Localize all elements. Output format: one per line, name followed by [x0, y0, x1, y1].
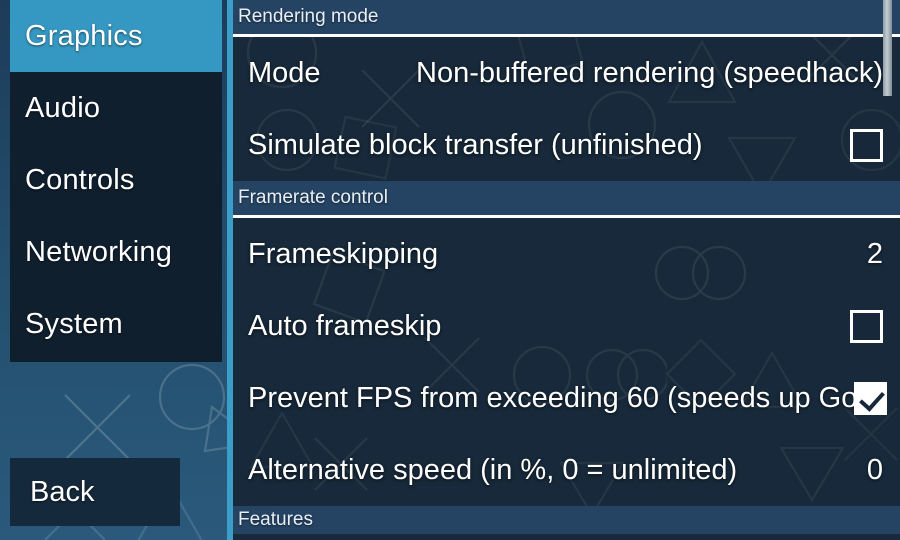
- sidebar-item-networking[interactable]: Networking: [10, 216, 222, 288]
- setting-value: 2: [866, 237, 883, 270]
- section-title: Rendering mode: [238, 6, 379, 27]
- setting-value: 0: [866, 453, 883, 486]
- setting-row-mode[interactable]: Mode Non-buffered rendering (speedhack): [227, 37, 900, 109]
- setting-row-simulate-block-transfer[interactable]: Simulate block transfer (unfinished): [227, 109, 900, 181]
- sidebar-item-label: Graphics: [25, 19, 143, 52]
- sidebar-item-label: Networking: [25, 235, 173, 268]
- sidebar-item-label: Audio: [25, 91, 101, 124]
- sidebar-item-label: System: [25, 307, 123, 340]
- scrollbar-track[interactable]: [883, 0, 896, 540]
- section-header-features: Features: [227, 506, 900, 534]
- section-header-framerate-control: Framerate control: [227, 181, 900, 218]
- setting-row-alternative-speed[interactable]: Alternative speed (in %, 0 = unlimited) …: [227, 434, 900, 506]
- setting-label: Frameskipping: [248, 237, 439, 270]
- sidebar-item-system[interactable]: System: [10, 288, 222, 360]
- settings-sidebar: Graphics Audio Controls Networking Syste…: [10, 0, 222, 362]
- scrollbar-thumb[interactable]: [883, 0, 892, 96]
- back-button-label: Back: [30, 475, 95, 508]
- sidebar-item-controls[interactable]: Controls: [10, 144, 222, 216]
- setting-row-prevent-fps-exceeding-60[interactable]: Prevent FPS from exceeding 60 (speeds up…: [227, 362, 900, 434]
- sidebar-item-graphics[interactable]: Graphics: [10, 0, 222, 72]
- section-header-rendering-mode: Rendering mode: [227, 0, 900, 37]
- checkbox-simulate-block-transfer[interactable]: [850, 128, 883, 162]
- checkbox-auto-frameskip[interactable]: [850, 309, 883, 343]
- setting-label: Mode: [248, 56, 321, 89]
- sidebar-item-label: Controls: [25, 163, 135, 196]
- panel-accent-stripe: [227, 0, 233, 540]
- section-title: Features: [238, 509, 313, 530]
- settings-panel: Rendering mode Mode Non-buffered renderi…: [227, 0, 900, 540]
- back-button[interactable]: Back: [10, 458, 180, 526]
- section-title: Framerate control: [238, 187, 388, 208]
- setting-label: Prevent FPS from exceeding 60 (speeds up…: [248, 381, 873, 414]
- setting-row-auto-frameskip[interactable]: Auto frameskip: [227, 290, 900, 362]
- sidebar-item-audio[interactable]: Audio: [10, 72, 222, 144]
- setting-row-frameskipping[interactable]: Frameskipping 2: [227, 218, 900, 290]
- setting-label: Simulate block transfer (unfinished): [248, 128, 703, 161]
- setting-label: Auto frameskip: [248, 309, 442, 342]
- setting-label: Alternative speed (in %, 0 = unlimited): [248, 453, 738, 486]
- setting-value: Non-buffered rendering (speedhack): [416, 56, 883, 89]
- checkbox-prevent-fps-exceeding-60[interactable]: [854, 381, 887, 415]
- ppsspp-settings-screen: Rendering mode Mode Non-buffered renderi…: [0, 0, 900, 540]
